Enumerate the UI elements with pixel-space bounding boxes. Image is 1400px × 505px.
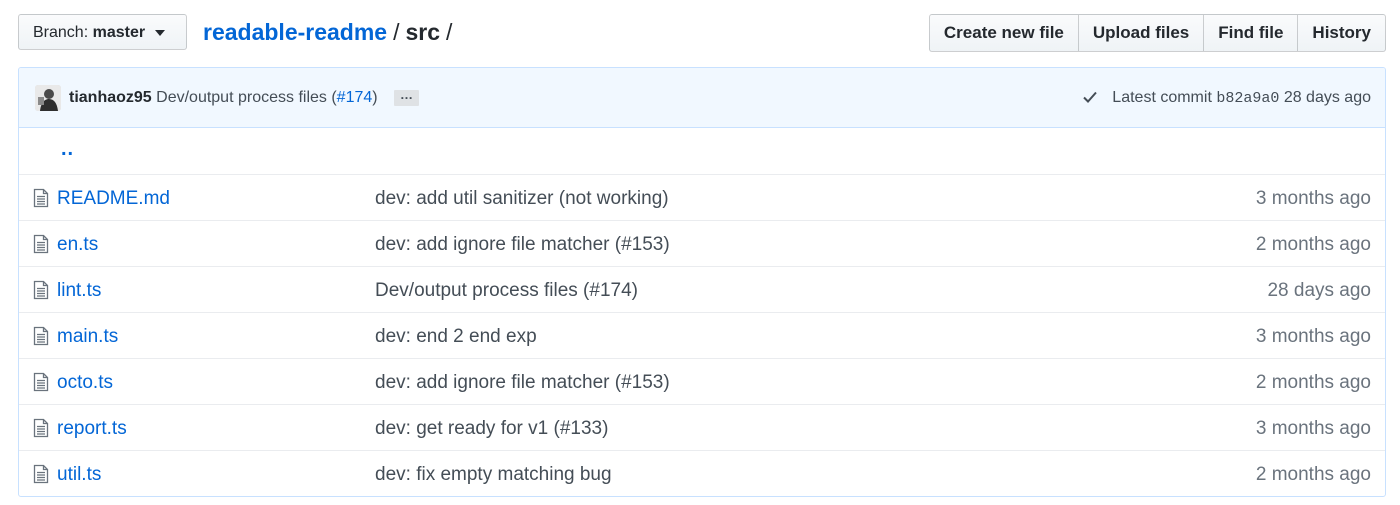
file-actions-group: Create new file Upload files Find file H… xyxy=(928,14,1386,52)
file-text-icon xyxy=(33,418,49,444)
breadcrumb: readable-readme / src / xyxy=(203,17,458,47)
file-commit-age: 2 months ago xyxy=(1255,372,1371,393)
check-icon xyxy=(1082,89,1098,112)
file-name-link[interactable]: util.ts xyxy=(57,464,101,486)
file-commit-message-link[interactable]: dev: get ready for v1 (#133) xyxy=(375,418,608,440)
commit-message[interactable]: Dev/output process files (#174) xyxy=(156,89,377,106)
upload-files-button[interactable]: Upload files xyxy=(1077,14,1205,52)
toolbar: Branch: master readable-readme / src / Crea… xyxy=(18,14,1386,52)
file-name-link[interactable]: README.md xyxy=(57,188,170,210)
file-commit-message-link[interactable]: dev: add ignore file matcher (#153) xyxy=(375,372,670,394)
parent-directory-row: .. xyxy=(19,128,1385,174)
find-file-button[interactable]: Find file xyxy=(1203,14,1299,52)
file-row: lint.ts Dev/output process files (#174) 28… xyxy=(19,266,1385,312)
file-commit-message-link[interactable]: dev: fix empty matching bug xyxy=(375,464,612,486)
file-name-link[interactable]: main.ts xyxy=(57,326,118,348)
file-row: util.ts dev: fix empty matching bug 2 mont… xyxy=(19,450,1385,496)
file-name-link[interactable]: lint.ts xyxy=(57,280,101,302)
file-commit-message-link[interactable]: dev: end 2 end exp xyxy=(375,326,537,348)
file-name-link[interactable]: report.ts xyxy=(57,418,127,440)
file-commit-age: 3 months ago xyxy=(1255,326,1371,347)
history-button[interactable]: History xyxy=(1297,14,1386,52)
commit-age: 28 days ago xyxy=(1283,89,1371,106)
file-name-link[interactable]: en.ts xyxy=(57,234,98,256)
breadcrumb-separator: / xyxy=(393,19,400,45)
breadcrumb-current-folder: src xyxy=(405,19,441,45)
parent-directory-link[interactable]: .. xyxy=(61,138,74,161)
file-row: main.ts dev: end 2 end exp 3 months ago xyxy=(19,312,1385,358)
file-row: octo.ts dev: add ignore file matcher (#15… xyxy=(19,358,1385,404)
file-text-icon xyxy=(33,188,49,214)
file-commit-message-link[interactable]: Dev/output process files (#174) xyxy=(375,280,638,302)
file-text-icon xyxy=(33,372,49,398)
file-commit-age: 3 months ago xyxy=(1255,418,1371,439)
commit-pr-link[interactable]: #174 xyxy=(337,89,373,106)
expand-commit-button[interactable]: … xyxy=(394,88,420,106)
file-commit-message-link[interactable]: dev: add util sanitizer (not working) xyxy=(375,188,669,210)
caret-down-icon xyxy=(154,29,165,36)
commit-summary: tianhaoz95 Dev/output process files (#17… xyxy=(69,87,420,109)
file-text-icon xyxy=(33,280,49,306)
branch-label: Branch: xyxy=(33,24,89,41)
commit-sha-link[interactable]: b82a9a0 xyxy=(1216,90,1279,107)
create-new-file-button[interactable]: Create new file xyxy=(928,14,1079,52)
file-commit-message-link[interactable]: dev: add ignore file matcher (#153) xyxy=(375,234,670,256)
file-commit-age: 2 months ago xyxy=(1255,464,1371,485)
file-name-link[interactable]: octo.ts xyxy=(57,372,113,394)
avatar[interactable] xyxy=(35,85,61,111)
commit-message-end: ) xyxy=(372,89,378,106)
file-text-icon xyxy=(33,234,49,260)
latest-commit-bar: tianhaoz95 Dev/output process files (#17… xyxy=(19,68,1385,128)
file-commit-age: 28 days ago xyxy=(1267,280,1371,301)
branch-name: master xyxy=(92,24,146,41)
branch-select-button[interactable]: Branch: master xyxy=(18,14,187,50)
latest-commit-label: Latest commit xyxy=(1112,89,1212,106)
breadcrumb-separator: / xyxy=(446,19,453,45)
file-commit-age: 3 months ago xyxy=(1255,188,1371,209)
file-commit-age: 2 months ago xyxy=(1255,234,1371,255)
commit-author-link[interactable]: tianhaoz95 xyxy=(69,89,152,106)
file-row: README.md dev: add util sanitizer (not wo… xyxy=(19,174,1385,220)
file-text-icon xyxy=(33,326,49,352)
file-row: report.ts dev: get ready for v1 (#133) 3 m… xyxy=(19,404,1385,450)
commit-meta: Latest commit b82a9a0 28 days ago xyxy=(1082,87,1371,112)
file-listing: tianhaoz95 Dev/output process files (#17… xyxy=(18,67,1386,497)
file-row: en.ts dev: add ignore file matcher (#153)… xyxy=(19,220,1385,266)
commit-message-text: Dev/output process files ( xyxy=(156,89,337,106)
file-text-icon xyxy=(33,464,49,490)
breadcrumb-repo-link[interactable]: readable-readme xyxy=(203,19,387,45)
